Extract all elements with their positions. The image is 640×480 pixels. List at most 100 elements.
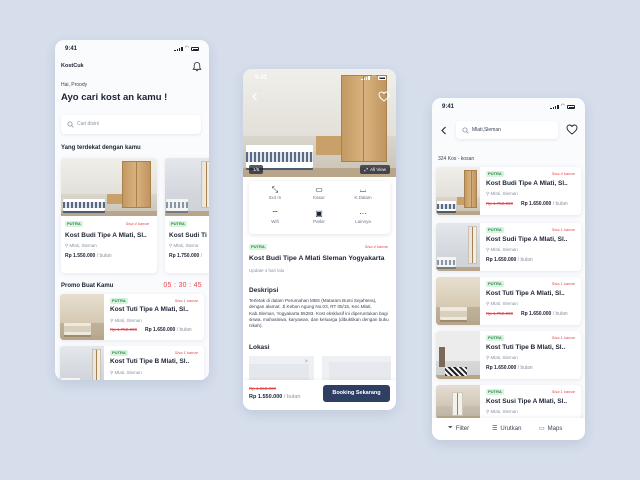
promo-section-title: Promo Buat Kamu [61, 283, 114, 289]
all-view-button[interactable]: ⤢ All View [360, 165, 390, 174]
home-screen: 9:41 ◠ KostCuk Hai, Proody Ayo cari kost… [55, 40, 209, 380]
result-card[interactable]: PUTRA Sisa 1 kamar Kost Sudi Tipe A Mlat… [436, 223, 581, 271]
availability-text: Sisa 1 kamar [551, 335, 575, 340]
listing-location: ⚲ Mlati, Sleman [486, 247, 518, 252]
facility-item[interactable]: ⤡ 6x4 m [255, 185, 295, 201]
listing-title: Kost Budi Tipe A Mlati Sleman Yogyakarta [249, 255, 385, 262]
sort-button[interactable]: ☰ Urutkan [492, 425, 521, 433]
bed-icon: ▭ [315, 185, 323, 194]
old-price: Rp 1.750.000 [110, 327, 138, 332]
result-card[interactable]: PUTRA Sisa 1 kamar Kost Susi Tipe A Mlat… [436, 385, 581, 419]
facilities-panel: ⤡ 6x4 m ▭ Kasur ⌴ K.Dalam ⌔ Wifi ▣ Parkir ···… [249, 181, 390, 234]
signal-icon [550, 104, 559, 109]
wifi-status-icon: ◠ [184, 45, 189, 51]
wifi-status-icon: ◠ [371, 74, 376, 80]
notification-bell-icon[interactable] [192, 61, 202, 72]
bottom-action-bar: ⏷ Filter ☰ Urutkan ▭ Maps [432, 418, 585, 440]
back-arrow-icon[interactable] [440, 126, 448, 135]
listing-price: Rp 1.650.000 / bulan [486, 365, 533, 371]
listing-location: ⚲ Mlati, Sleman [486, 301, 518, 306]
search-bar[interactable]: Cari disini [61, 115, 201, 134]
nearby-card[interactable]: PUTRA Kost Sudi Ti ⚲ Mlati, Slema Rp 1.7… [165, 158, 209, 273]
listing-title: Kost Tuti Tipe A Mlati, Sl.. [110, 306, 189, 313]
filter-icon: ⏷ [448, 425, 453, 431]
sort-icon: ☰ [492, 426, 498, 432]
listing-title: Kost Budi Tipe A Mlati, Sl.. [486, 180, 568, 187]
favorite-heart-icon[interactable] [378, 91, 390, 102]
hero-room-photo [243, 69, 396, 177]
listing-price: Rp 1.650.000 / bulan [521, 311, 568, 317]
bathtub-icon: ⌴ [359, 185, 367, 194]
status-time: 9:41 [442, 104, 455, 110]
search-icon [462, 127, 469, 134]
promo-countdown: 05 : 30 : 45 [163, 282, 202, 289]
updated-text: Update 4 hari lalu [249, 268, 285, 273]
room-photo [436, 277, 480, 325]
favorite-heart-icon[interactable] [566, 124, 578, 135]
listing-price: Rp 1.750.000 / [169, 253, 203, 259]
booking-bar: Rp 1.650.000 Rp 1.550.000 / bulan Bookin… [243, 380, 396, 410]
old-price: Rp 1.650.000 [249, 386, 277, 391]
location-title: Lokasi [249, 344, 270, 351]
room-photo [436, 331, 480, 379]
result-card[interactable]: PUTRA Sisa 1 kamar Kost Tuti Tipe A Mlat… [436, 277, 581, 325]
listing-location: ⚲ Mlati, Slema [169, 243, 199, 248]
booking-button[interactable]: Booking Sekarang [323, 385, 390, 402]
gender-badge: PUTRA [249, 244, 267, 250]
listing-price: Rp 1.650.000 / bulan [145, 327, 192, 333]
search-icon [67, 121, 74, 128]
description-title: Deskripsi [249, 287, 279, 294]
status-icons: ◠ [174, 46, 199, 51]
battery-icon [567, 105, 575, 109]
room-photo [436, 167, 480, 215]
photo-counter: 1/6 [249, 165, 264, 174]
result-card[interactable]: PUTRA Sisa 4 kamar Kost Budi Tipe A Mlat… [436, 167, 581, 215]
room-photo [61, 158, 157, 216]
room-photo [60, 294, 104, 340]
gender-badge: PUTRA [486, 281, 504, 287]
availability-text: Sisa 4 kamar [364, 244, 388, 249]
results-screen: 9:41 ◠ Mlati,Sleman 324 Kos - kosan PUTR… [432, 98, 585, 440]
availability-text: Sisa 1 kamar [174, 298, 198, 303]
listing-location: ⚲ Mlati, Sleman [110, 318, 142, 323]
gender-badge: PUTRA [110, 298, 128, 304]
facility-item[interactable]: ▣ Parkir [299, 209, 339, 225]
result-card[interactable]: PUTRA Sisa 1 kamar Kost Tuti Tipe B Mlat… [436, 331, 581, 379]
result-count: 324 Kos - kosan [438, 156, 475, 162]
maps-button[interactable]: ▭ Maps [539, 425, 562, 433]
availability-text: Sisa 1 kamar [174, 350, 198, 355]
back-arrow-icon[interactable] [251, 92, 259, 101]
old-price: Rp 1.750.000 [486, 311, 514, 316]
listing-price: Rp 1.550.000 / bulan [249, 394, 301, 400]
listing-title: Kost Sudi Ti [169, 232, 207, 239]
availability-text: Sisa 1 kamar [551, 227, 575, 232]
promo-card[interactable]: PUTRA Sisa 1 kamar Kost Tuti Tipe A Mlat… [60, 294, 204, 340]
availability-text: Sisa 1 kamar [551, 281, 575, 286]
all-view-icon: ⤢ [364, 167, 369, 172]
listing-title: Kost Sudi Tipe A Mlati, Sl.. [486, 236, 568, 243]
battery-icon [378, 76, 386, 80]
search-bar[interactable]: Mlati,Sleman [456, 121, 558, 139]
listing-title: Kost Tuti Tipe A Mlati, Sl.. [486, 290, 565, 297]
status-icons: ◠ [550, 104, 575, 109]
facility-item[interactable]: ▭ Kasur [299, 185, 339, 201]
listing-location: ⚲ Mlati, Sleman [65, 243, 97, 248]
room-photo [60, 346, 104, 380]
listing-location: ⚲ Mlati, Sleman [486, 355, 518, 360]
listing-location: ⚲ Mlati, Sleman [110, 370, 142, 375]
listing-title: Kost Susi Tipe A Mlati, Sl.. [486, 398, 568, 405]
facility-item[interactable]: ⌴ K.Dalam [343, 185, 383, 201]
parking-icon: ▣ [315, 209, 323, 218]
filter-button[interactable]: ⏷ Filter [448, 425, 469, 432]
gender-badge: PUTRA [486, 171, 504, 177]
listing-title: Kost Tuti Tipe B Mlati, Sl.. [110, 358, 190, 365]
promo-card[interactable]: PUTRA Sisa 1 kamar Kost Tuti Tipe B Mlat… [60, 346, 204, 380]
facility-item[interactable]: ··· Lainnya [343, 209, 383, 225]
gender-badge: PUTRA [486, 335, 504, 341]
brand-logo: KostCuk [61, 63, 84, 69]
map-icon: ▭ [539, 426, 545, 432]
location-map[interactable]: Jl. Kebon [249, 356, 391, 380]
nearby-card[interactable]: PUTRA Sisa 4 kamar Kost Budi Tipe A Mlat… [61, 158, 157, 273]
facility-item[interactable]: ⌔ Wifi [255, 209, 295, 225]
room-photo [165, 158, 209, 216]
